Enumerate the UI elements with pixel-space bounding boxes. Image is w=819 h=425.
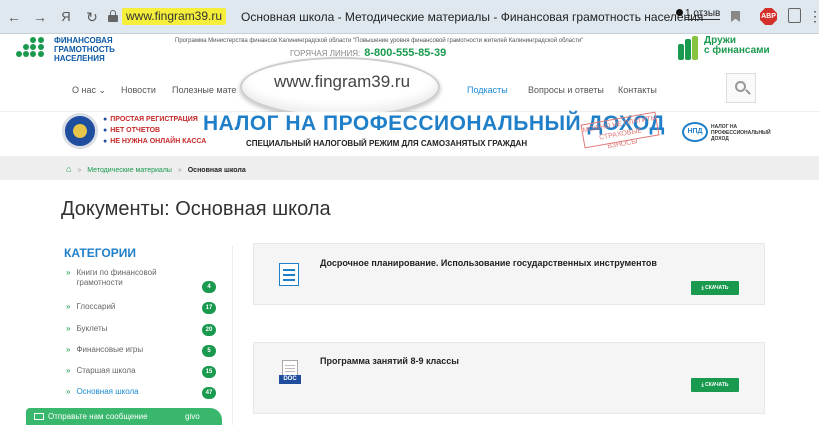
download-button[interactable]: ⤓ СКАЧАТЬ bbox=[691, 281, 739, 295]
category-games[interactable]: » Финансовые игры 5 bbox=[66, 345, 216, 357]
npd-text: НАЛОГ НА ПРОФЕССИОНАЛЬНЫЙ ДОХОД bbox=[711, 124, 771, 142]
banner-bullets: ПРОСТАЯ РЕГИСТРАЦИЯ НЕТ ОТЧЕТОВ НЕ НУЖНА… bbox=[103, 114, 206, 147]
category-count: 4 bbox=[202, 281, 216, 293]
zoom-url-text: www.fingram39.ru bbox=[273, 72, 411, 91]
chat-brand-text: ɡivo bbox=[185, 412, 200, 421]
document-icon bbox=[279, 263, 299, 286]
reviews-link[interactable]: 1 отзыв bbox=[676, 8, 721, 20]
page-title: Документы: Основная школа bbox=[61, 198, 331, 220]
url-zoom-callout: www.fingram39.ru bbox=[240, 57, 440, 117]
nav-contacts[interactable]: Контакты bbox=[618, 85, 657, 95]
category-glossary[interactable]: » Глоссарий 17 bbox=[66, 302, 216, 314]
nav-about[interactable]: О нас ⌄ bbox=[72, 85, 106, 96]
category-high-school[interactable]: » Старшая школа 15 bbox=[66, 366, 216, 378]
document-title[interactable]: Досрочное планирование. Использование го… bbox=[320, 258, 657, 268]
categories-title: КАТЕГОРИИ bbox=[64, 246, 136, 260]
nav-news[interactable]: Новости bbox=[121, 85, 156, 95]
site-logo-text[interactable]: ФИНАНСОВАЯ ГРАМОТНОСТЬ НАСЕЛЕНИЯ bbox=[54, 36, 115, 63]
category-count: 20 bbox=[202, 324, 216, 336]
tax-banner[interactable]: ПРОСТАЯ РЕГИСТРАЦИЯ НЕТ ОТЧЕТОВ НЕ НУЖНА… bbox=[0, 111, 819, 156]
bookmark-icon[interactable] bbox=[731, 11, 740, 22]
site-header: ФИНАНСОВАЯ ГРАМОТНОСТЬ НАСЕЛЕНИЯ Програм… bbox=[0, 34, 819, 66]
category-count: 15 bbox=[202, 366, 216, 378]
npd-logo-icon: НПД bbox=[682, 122, 708, 142]
logo-icon[interactable] bbox=[16, 37, 50, 61]
download-button[interactable]: ⤓ СКАЧАТЬ bbox=[691, 378, 739, 392]
category-count: 5 bbox=[202, 345, 216, 357]
search-button[interactable] bbox=[726, 73, 756, 103]
category-middle-school[interactable]: » Основная школа 47 bbox=[66, 387, 216, 399]
back-icon[interactable]: ← bbox=[6, 9, 22, 25]
tagline: Программа Министерства финансов Калининг… bbox=[175, 38, 584, 44]
partner-logo-icon[interactable] bbox=[678, 36, 698, 60]
category-count: 17 bbox=[202, 302, 216, 314]
breadcrumb-link[interactable]: Методические материалы bbox=[87, 167, 172, 174]
breadcrumb: ⌂ » Методические материалы » Основная шк… bbox=[0, 156, 819, 180]
document-card: DOC Программа занятий 8-9 классы ⤓ СКАЧА… bbox=[253, 342, 765, 414]
document-title[interactable]: Программа занятий 8-9 классы bbox=[320, 356, 459, 366]
doc-file-icon: DOC bbox=[279, 360, 301, 384]
fns-emblem-icon bbox=[62, 113, 98, 149]
nav-useful[interactable]: Полезные мате bbox=[172, 85, 236, 95]
yandex-icon[interactable]: Я bbox=[58, 9, 74, 25]
lock-icon bbox=[108, 10, 118, 22]
partner-logo-text[interactable]: Дружи с финансами bbox=[704, 36, 770, 56]
adblock-icon[interactable]: ABP bbox=[760, 8, 777, 25]
nav-podcasts[interactable]: Подкасты bbox=[467, 85, 508, 95]
menu-icon[interactable]: ⋮ bbox=[808, 8, 819, 25]
home-icon[interactable]: ⌂ bbox=[66, 164, 71, 174]
document-card: Досрочное планирование. Использование го… bbox=[253, 243, 765, 305]
banner-subtitle: СПЕЦИАЛЬНЫЙ НАЛОГОВЫЙ РЕЖИМ ДЛЯ САМОЗАНЯ… bbox=[246, 139, 528, 148]
chat-widget-button[interactable]: Отправьте нам сообщение ɡivo bbox=[26, 408, 222, 425]
envelope-icon bbox=[34, 413, 44, 420]
extension-icon[interactable] bbox=[788, 8, 801, 23]
category-books[interactable]: » Книги по финансовой грамотности 4 bbox=[66, 268, 216, 293]
nav-faq[interactable]: Вопросы и ответы bbox=[528, 85, 604, 95]
hotline-number[interactable]: 8-800-555-85-39 bbox=[364, 47, 446, 59]
url-text[interactable]: www.fingram39.ru bbox=[122, 8, 227, 25]
browser-toolbar: ← → Я ↻ www.fingram39.ru Основная школа … bbox=[0, 0, 819, 34]
address-bar[interactable]: www.fingram39.ru Основная школа - Методи… bbox=[108, 7, 703, 27]
sidebar-divider bbox=[232, 246, 233, 425]
breadcrumb-current: Основная школа bbox=[187, 167, 246, 174]
reload-icon[interactable]: ↻ bbox=[84, 9, 100, 25]
forward-icon[interactable]: → bbox=[32, 9, 48, 25]
page-tab-title: Основная школа - Методические материалы … bbox=[241, 10, 704, 24]
category-booklets[interactable]: » Буклеты 20 bbox=[66, 324, 216, 336]
category-count: 47 bbox=[202, 387, 216, 399]
